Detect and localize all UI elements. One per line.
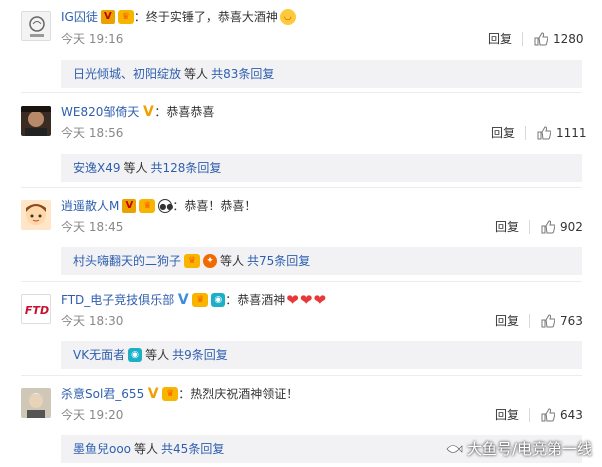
username[interactable]: IG囚徒 xyxy=(61,8,98,26)
username[interactable]: WE820邹倚天 xyxy=(61,103,139,121)
verified-v-icon: V xyxy=(142,104,154,120)
member-crown-icon: ♛ xyxy=(117,10,134,24)
comment-time: 今天 19:20 xyxy=(61,408,124,422)
camera-badge-icon: ◉ xyxy=(128,348,143,362)
reply-author[interactable]: 日光倾城 xyxy=(73,60,121,88)
heart-icon: ❤ xyxy=(313,291,327,309)
avatar[interactable] xyxy=(21,106,51,136)
reply-button[interactable]: 回复 xyxy=(495,407,519,423)
thumbs-up-icon xyxy=(541,220,555,234)
watermark-text: 大鱼号/电竞第一线 xyxy=(466,440,592,458)
username[interactable]: 杀意Sol君_655 xyxy=(61,385,144,403)
avatar[interactable] xyxy=(21,388,51,418)
divider xyxy=(522,32,523,46)
divider xyxy=(529,220,530,234)
view-replies-link[interactable]: 共75条回复 xyxy=(247,247,310,275)
comment-text: ：热烈庆祝酒神领证！ xyxy=(178,387,299,401)
like-button[interactable]: 1111 xyxy=(537,125,587,141)
comment-time: 今天 19:16 xyxy=(61,32,124,46)
reply-button[interactable]: 回复 xyxy=(488,31,512,47)
reply-author[interactable]: 墨鱼兒ooo xyxy=(73,435,131,463)
comment-text: ：恭喜酒神 xyxy=(225,293,286,307)
panda-icon: ●● xyxy=(158,199,173,213)
verified-v-icon: V xyxy=(147,386,159,402)
comment-time: 今天 18:56 xyxy=(61,126,124,140)
comment-header: WE820邹倚天 V ：恭喜恭喜 xyxy=(61,103,214,121)
comment-text: ：终于实锤了，恭喜大酒神 xyxy=(133,10,278,24)
comment-text: ：恭喜恭喜 xyxy=(154,105,215,119)
like-count: 1280 xyxy=(553,32,584,46)
comment-header: 杀意Sol君_655 V ♛ ：热烈庆祝酒神领证！ xyxy=(61,385,298,403)
reply-summary[interactable]: 安逸X49 等人 共128条回复 xyxy=(61,154,582,182)
reply-author[interactable]: 村头嗨翻天的二狗子 xyxy=(73,247,181,275)
comment-text: ：恭喜！恭喜！ xyxy=(172,199,257,213)
reply-summary[interactable]: 村头嗨翻天的二狗子 ♛ ✦ 等人 共75条回复 xyxy=(61,247,582,275)
reply-separator: 、 xyxy=(121,67,134,81)
verified-v-icon: V xyxy=(177,292,189,308)
view-replies-link[interactable]: 共45条回复 xyxy=(161,435,224,463)
comment-time: 今天 18:30 xyxy=(61,314,124,328)
member-crown-icon: ♛ xyxy=(184,254,201,268)
like-count: 643 xyxy=(560,408,583,422)
comment-divider xyxy=(21,375,582,376)
like-button[interactable]: 902 xyxy=(541,219,583,235)
reply-button[interactable]: 回复 xyxy=(495,313,519,329)
reply-button[interactable]: 回复 xyxy=(495,219,519,235)
avatar[interactable]: FTD xyxy=(21,294,51,324)
view-replies-link[interactable]: 共83条回复 xyxy=(211,60,274,88)
username[interactable]: FTD_电子竞技俱乐部 xyxy=(61,291,174,309)
thumbs-up-icon xyxy=(534,32,548,46)
view-replies-link[interactable]: 共9条回复 xyxy=(172,341,228,369)
divider xyxy=(529,314,530,328)
reply-mid-text: 等人 xyxy=(134,442,159,456)
divider xyxy=(529,408,530,422)
heart-icon: ❤ xyxy=(299,291,313,309)
like-count: 1111 xyxy=(556,126,587,140)
comment-time: 今天 18:45 xyxy=(61,220,124,234)
like-count: 902 xyxy=(560,220,583,234)
thumbs-up-icon xyxy=(541,314,555,328)
comment-header: 逍遥散人M V ♛ ●● ：恭喜！恭喜！ xyxy=(61,197,256,215)
heart-icon: ❤ xyxy=(286,291,299,309)
member-crown-icon: ♛ xyxy=(139,199,156,213)
thumbs-up-icon xyxy=(541,408,555,422)
reply-author[interactable]: VK无面者 xyxy=(73,341,125,369)
camera-badge-icon: ◉ xyxy=(211,293,226,307)
comment-header: FTD_电子竞技俱乐部 V ♛ ◉ ：恭喜酒神 ❤ ❤ ❤ xyxy=(61,291,326,309)
member-crown-icon: ♛ xyxy=(162,387,179,401)
reply-mid-text: 等人 xyxy=(145,348,170,362)
like-button[interactable]: 1280 xyxy=(534,31,584,47)
member-crown-icon: ♛ xyxy=(192,293,209,307)
comment-divider xyxy=(21,92,582,93)
watermark: 大鱼号/电竞第一线 xyxy=(445,438,592,459)
like-button[interactable]: 643 xyxy=(541,407,583,423)
verified-v-icon: V xyxy=(122,199,137,213)
avatar[interactable] xyxy=(21,11,51,41)
fire-badge-icon: ✦ xyxy=(203,254,218,268)
view-replies-link[interactable]: 共128条回复 xyxy=(151,154,222,182)
svg-text:FTD: FTD xyxy=(25,304,49,317)
reply-mid-text: 等人 xyxy=(184,67,209,81)
like-button[interactable]: 763 xyxy=(541,313,583,329)
verified-v-icon: V xyxy=(100,10,115,24)
like-count: 763 xyxy=(560,314,583,328)
comment-divider xyxy=(21,281,582,282)
reply-summary[interactable]: VK无面者 ◉ 等人 共9条回复 xyxy=(61,341,582,369)
emoji-blush-icon: ◡ xyxy=(279,9,296,25)
avatar[interactable] xyxy=(21,200,51,230)
reply-button[interactable]: 回复 xyxy=(491,125,515,141)
thumbs-up-icon xyxy=(537,126,551,140)
comment-divider xyxy=(21,187,582,188)
reply-author[interactable]: 初阳绽放 xyxy=(133,60,181,88)
reply-mid-text: 等人 xyxy=(220,254,245,268)
reply-author[interactable]: 安逸X49 xyxy=(73,154,121,182)
username[interactable]: 逍遥散人M xyxy=(61,197,119,215)
reply-mid-text: 等人 xyxy=(123,161,148,175)
reply-summary[interactable]: 日光倾城 、 初阳绽放 等人 共83条回复 xyxy=(61,60,582,88)
fish-logo-icon xyxy=(446,444,463,453)
divider xyxy=(525,126,526,140)
comment-header: IG囚徒 V ♛ ：终于实锤了，恭喜大酒神 ◡ xyxy=(61,8,296,26)
